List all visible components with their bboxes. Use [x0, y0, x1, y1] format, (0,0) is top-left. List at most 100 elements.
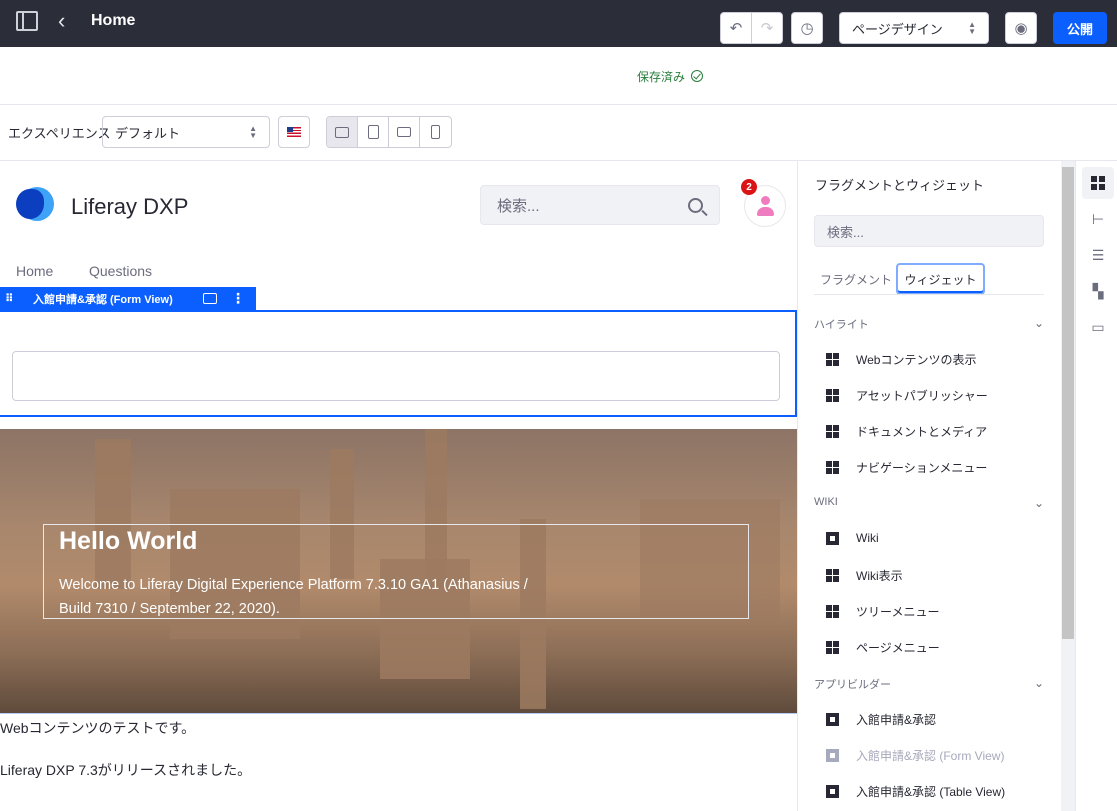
hero-title: Hello World	[59, 527, 198, 555]
eye-icon: ◉	[1014, 20, 1028, 37]
mobile-button[interactable]	[420, 117, 451, 147]
clock-icon: ◷	[800, 20, 814, 37]
site-search-placeholder: 検索...	[497, 197, 540, 215]
desktop-icon	[335, 126, 349, 138]
content-paragraph-1: Webコンテンツのテストです。	[0, 720, 196, 736]
back-icon[interactable]: ‹	[58, 8, 65, 34]
widget-item[interactable]: Wiki表示	[826, 567, 903, 584]
grid-icon	[826, 569, 839, 582]
widget-label: ドキュメントとメディア	[856, 425, 988, 439]
section-label: アプリビルダー	[814, 679, 891, 691]
site-name[interactable]: Liferay DXP	[71, 194, 188, 220]
square-icon	[826, 531, 839, 545]
check-circle-icon	[691, 70, 704, 82]
search-icon[interactable]	[688, 197, 703, 213]
design-select[interactable]: ページデザイン ▲ ▼	[839, 12, 989, 44]
widget-label: 入館申請&承認 (Table View)	[856, 785, 1006, 799]
history-button[interactable]: ◷	[791, 12, 823, 44]
tab-widgets[interactable]: ウィジェット	[896, 263, 985, 295]
page-contents-tab[interactable]: ☰	[1082, 239, 1114, 271]
widget-label: ツリーメニュー	[856, 605, 940, 619]
notification-badge: 2	[741, 179, 757, 195]
grid-icon	[826, 425, 839, 438]
hero-divider	[0, 713, 797, 714]
grid-icon	[826, 605, 839, 618]
sidebar-toggle-icon[interactable]	[16, 11, 38, 31]
chevron-down-icon: ⌄	[1033, 316, 1044, 330]
widget-item[interactable]: Webコンテンツの表示	[826, 351, 976, 368]
widget-item[interactable]: ページメニュー	[826, 639, 940, 656]
widget-item[interactable]: 入館申請&承認 (Table View)	[826, 783, 1005, 800]
language-button[interactable]	[278, 116, 310, 148]
redo-button[interactable]: ↷	[751, 12, 783, 44]
tablet-landscape-icon	[397, 127, 411, 137]
experience-select-value: デフォルト	[115, 125, 181, 141]
section-wiki[interactable]: WIKI ⌄	[814, 496, 1044, 510]
paint-roller-icon: ▚	[1092, 282, 1104, 299]
widget-label: Webコンテンツの表示	[856, 353, 977, 367]
site-logo[interactable]	[16, 187, 54, 223]
page-editor-toolbar: 保存済み	[0, 47, 1117, 105]
widget-item[interactable]: Wiki	[826, 531, 879, 545]
fragment-topper[interactable]: ⠿ 入館申請&承認 (Form View) ⋮	[0, 287, 256, 310]
section-app-builder[interactable]: アプリビルダー ⌄	[814, 676, 1044, 692]
nav-item-home[interactable]: Home	[16, 263, 53, 279]
panel-title: フラグメントとウィジェット	[815, 178, 985, 193]
widget-item[interactable]: 入館申請&承認	[826, 711, 936, 728]
caret-double-icon: ▲ ▼	[968, 20, 976, 36]
grid-icon	[826, 641, 839, 654]
widget-label: ページメニュー	[856, 641, 940, 655]
hero-text: Welcome to Liferay Digital Experience Pl…	[59, 577, 528, 617]
list-icon: ☰	[1091, 246, 1105, 263]
drag-handle-icon[interactable]: ⠿	[5, 292, 17, 305]
square-icon	[826, 749, 839, 762]
nav-item-questions[interactable]: Questions	[89, 263, 152, 279]
widget-label: ナビゲーションメニュー	[856, 461, 988, 475]
undo-button[interactable]: ↶	[720, 12, 752, 44]
chevron-down-icon: ⌄	[1033, 496, 1044, 510]
undo-icon: ↶	[729, 20, 743, 37]
section-highlights[interactable]: ハイライト ⌄	[814, 316, 1044, 332]
mobile-icon	[431, 125, 440, 139]
fragment-name: 入館申請&承認 (Form View)	[33, 293, 173, 306]
kebab-menu-icon[interactable]: ⋮	[231, 290, 245, 307]
tab-fragments[interactable]: フラグメント	[816, 263, 896, 295]
experience-select[interactable]: デフォルト ▲ ▼	[102, 116, 270, 148]
desktop-button[interactable]	[327, 117, 358, 147]
tablet-button[interactable]	[358, 117, 389, 147]
widget-item[interactable]: ナビゲーションメニュー	[826, 459, 987, 476]
grid-icon	[1091, 176, 1105, 190]
panel-search-input[interactable]: 検索...	[814, 215, 1044, 247]
tree-icon: ⊢	[1091, 210, 1105, 227]
page-structure-tab[interactable]: ⊢	[1082, 203, 1114, 235]
widget-label: 入館申請&承認	[856, 713, 937, 727]
grid-icon	[826, 353, 839, 366]
experience-label: エクスペリエンス	[8, 126, 111, 141]
square-icon	[826, 785, 839, 798]
tabs-divider	[814, 294, 1044, 295]
tablet-landscape-button[interactable]	[389, 117, 420, 147]
comments-tab[interactable]: ▭	[1082, 311, 1114, 343]
scrollbar-thumb[interactable]	[1062, 167, 1074, 639]
widget-label: Wiki表示	[856, 569, 903, 583]
site-search-input[interactable]: 検索...	[480, 185, 720, 225]
publish-button[interactable]: 公開	[1053, 12, 1107, 44]
fragments-widgets-tab[interactable]	[1082, 167, 1114, 199]
experience-toolbar: エクスペリエンス デフォルト ▲ ▼	[0, 105, 1117, 161]
widget-item[interactable]: ドキュメントとメディア	[826, 423, 987, 440]
device-switcher	[326, 116, 452, 148]
page-design-tab[interactable]: ▚	[1082, 275, 1114, 307]
widget-label: 入館申請&承認 (Form View)	[856, 749, 1005, 763]
widget-item[interactable]: ツリーメニュー	[826, 603, 940, 620]
widget-item-disabled: 入館申請&承認 (Form View)	[826, 747, 1004, 764]
comment-icon[interactable]	[203, 293, 217, 304]
us-flag-icon	[287, 127, 301, 137]
section-label: WIKI	[814, 496, 838, 508]
form-view-placeholder[interactable]	[12, 351, 780, 401]
chevron-down-icon: ⌄	[1033, 676, 1044, 690]
widget-item[interactable]: アセットパブリッシャー	[826, 387, 988, 404]
section-label: ハイライト	[814, 319, 869, 331]
square-icon	[826, 713, 839, 726]
preview-button[interactable]: ◉	[1005, 12, 1037, 44]
content-paragraph-2: Liferay DXP 7.3がリリースされました。	[0, 762, 252, 778]
